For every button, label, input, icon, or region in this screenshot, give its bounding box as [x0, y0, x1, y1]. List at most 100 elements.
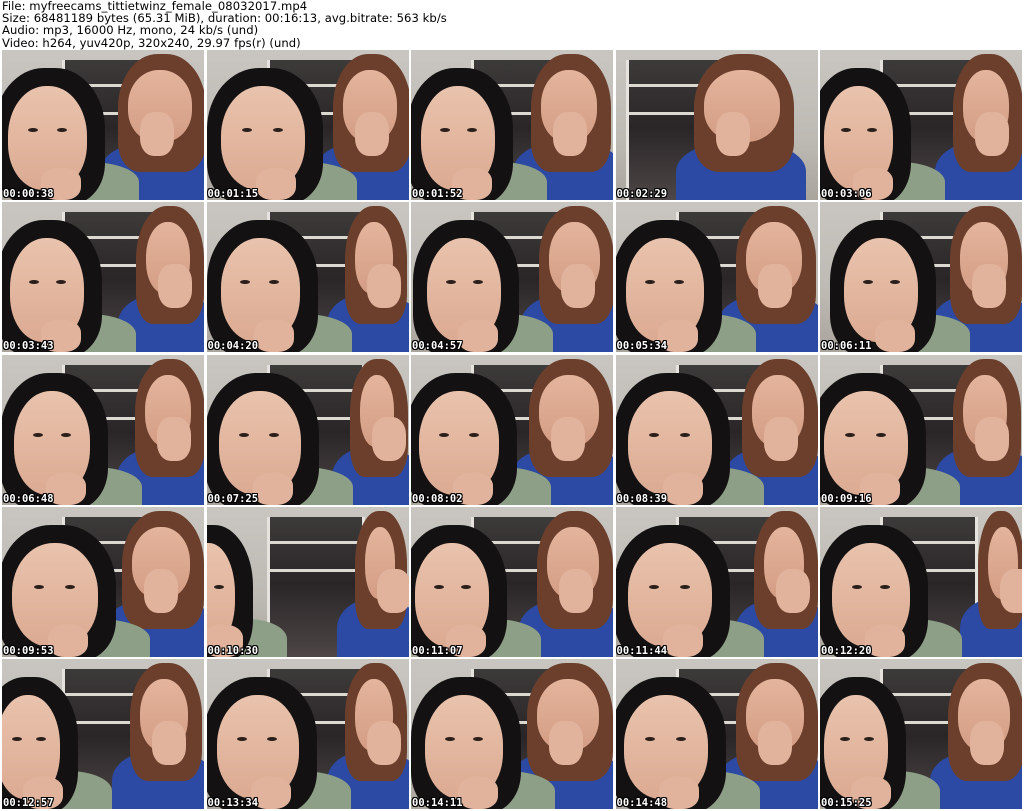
eye: [213, 584, 224, 589]
thumbnail-timestamp: 00:03:43: [3, 340, 54, 353]
video-thumbnail: 00:06:11: [820, 202, 1022, 353]
eye: [272, 128, 283, 132]
eye: [65, 584, 76, 589]
person-left-hand: [253, 472, 294, 505]
person-right-hand: [970, 721, 1004, 766]
person-left-hand: [457, 777, 498, 810]
video-thumbnail: 00:04:57: [411, 202, 613, 353]
thumbnail-timestamp: 00:09:53: [3, 644, 54, 657]
thumbnail-timestamp: 00:13:34: [207, 797, 259, 810]
thumbnail-timestamp: 00:10:30: [207, 644, 259, 657]
video-thumbnail: 00:12:57: [2, 659, 204, 810]
person-right-hand: [376, 568, 409, 613]
person-left-hand: [458, 320, 498, 353]
thumbnail-timestamp: 00:12:57: [3, 797, 54, 810]
video-thumbnail: 00:02:29: [615, 50, 818, 200]
closet-shelf: [269, 568, 362, 572]
person-right-hand: [1000, 568, 1022, 613]
eye: [644, 737, 655, 742]
person-right-hand: [715, 112, 750, 156]
eye: [466, 128, 477, 132]
video-thumbnail: 00:14:11: [411, 659, 613, 810]
video-thumbnail: 00:01:15: [206, 50, 409, 200]
person-right-hand: [371, 416, 406, 461]
person-left-hand: [48, 624, 89, 657]
person-right-hand: [144, 568, 178, 613]
video-thumbnail: 00:15:25: [820, 659, 1022, 810]
person-right-hand: [551, 416, 585, 461]
video-thumbnail: 00:03:06: [820, 50, 1022, 200]
person-right-hand: [157, 416, 191, 461]
thumbnail-grid: 00:00:38 00:01:15 00:01:52 00:02:29 00:03:06…: [2, 50, 1022, 811]
video-thumbnail: 00:12:20: [820, 506, 1022, 657]
eye: [439, 128, 450, 132]
eye: [269, 432, 280, 437]
thumbnail-timestamp: 00:02:29: [616, 188, 668, 200]
video-thumbnail: 00:13:34: [206, 659, 409, 810]
person-right-hand: [559, 568, 593, 613]
thumbnail-timestamp: 00:06:48: [3, 492, 54, 505]
person-left-hand: [253, 320, 294, 353]
video-thumbnail: 00:11:07: [411, 506, 613, 657]
person-right-hand: [140, 112, 174, 156]
person-right-hand: [763, 416, 798, 461]
video-thumbnail: 00:09:16: [820, 354, 1022, 505]
eye: [851, 584, 862, 589]
thumbnail-timestamp: 00:09:16: [821, 492, 872, 505]
person-right-hand: [152, 721, 186, 766]
video-thumbnail: 00:10:30: [206, 506, 409, 657]
eye: [648, 584, 659, 589]
eye: [33, 432, 43, 437]
eye: [876, 432, 887, 437]
eye: [61, 432, 72, 437]
thumbnail-timestamp: 00:15:25: [821, 797, 872, 810]
person-right-hand: [549, 721, 583, 766]
video-thumbnail: 00:03:43: [2, 202, 204, 353]
video-thumbnail: 00:01:52: [411, 50, 613, 200]
person-right-hand: [757, 264, 792, 309]
audio-info-line: Audio: mp3, 16000 Hz, mono, 24 kb/s (und…: [2, 23, 259, 38]
video-thumbnail: 00:14:48: [615, 659, 818, 810]
person-right-hand: [366, 264, 401, 309]
eye: [468, 432, 479, 437]
video-thumbnail: 00:07:25: [206, 354, 409, 505]
closet-shelf: [269, 540, 362, 544]
video-thumbnail: 00:04:20: [206, 202, 409, 353]
eye: [648, 432, 659, 437]
eye: [444, 737, 455, 742]
video-thumbnail: 00:06:48: [2, 354, 204, 505]
person-left-hand: [663, 624, 703, 657]
thumbnail-timestamp: 00:12:20: [821, 644, 872, 657]
person-right-hand: [757, 721, 792, 766]
video-thumbnail: 00:08:02: [411, 354, 613, 505]
thumbnail-timestamp: 00:08:39: [616, 492, 668, 505]
person-right-hand: [975, 416, 1009, 461]
video-thumbnail: 00:08:39: [615, 354, 818, 505]
person-left-hand: [663, 472, 703, 505]
eye: [239, 432, 249, 437]
eye: [27, 128, 38, 132]
thumbnail-timestamp: 00:14:11: [412, 797, 463, 810]
eye: [679, 432, 690, 437]
thumbnail-timestamp: 00:08:02: [412, 492, 463, 505]
video-thumbnail: 00:00:38: [2, 50, 204, 200]
thumbnail-timestamp: 00:04:57: [412, 340, 463, 353]
thumbnail-timestamp: 00:05:34: [616, 340, 668, 353]
thumbnail-timestamp: 00:06:11: [821, 340, 872, 353]
person-right-hand: [366, 721, 401, 766]
person-right-hand: [354, 112, 389, 156]
thumbnail-timestamp: 00:01:15: [207, 188, 259, 200]
eye: [56, 128, 67, 132]
person-right-hand: [553, 112, 587, 156]
video-thumbnail: 00:09:53: [2, 506, 204, 657]
person-left-hand: [256, 168, 296, 200]
video-thumbnail: 00:05:34: [615, 202, 818, 353]
person-right-hand: [158, 264, 192, 309]
eye: [460, 584, 471, 589]
video-info-line: Video: h264, yuv420p, 320x240, 29.97 fps…: [2, 35, 301, 50]
thumbnail-timestamp: 00:04:20: [207, 340, 259, 353]
thumbnail-timestamp: 00:11:07: [412, 644, 463, 657]
thumbnail-timestamp: 00:11:44: [616, 644, 668, 657]
person-right-hand: [775, 568, 810, 613]
eye: [241, 128, 252, 132]
